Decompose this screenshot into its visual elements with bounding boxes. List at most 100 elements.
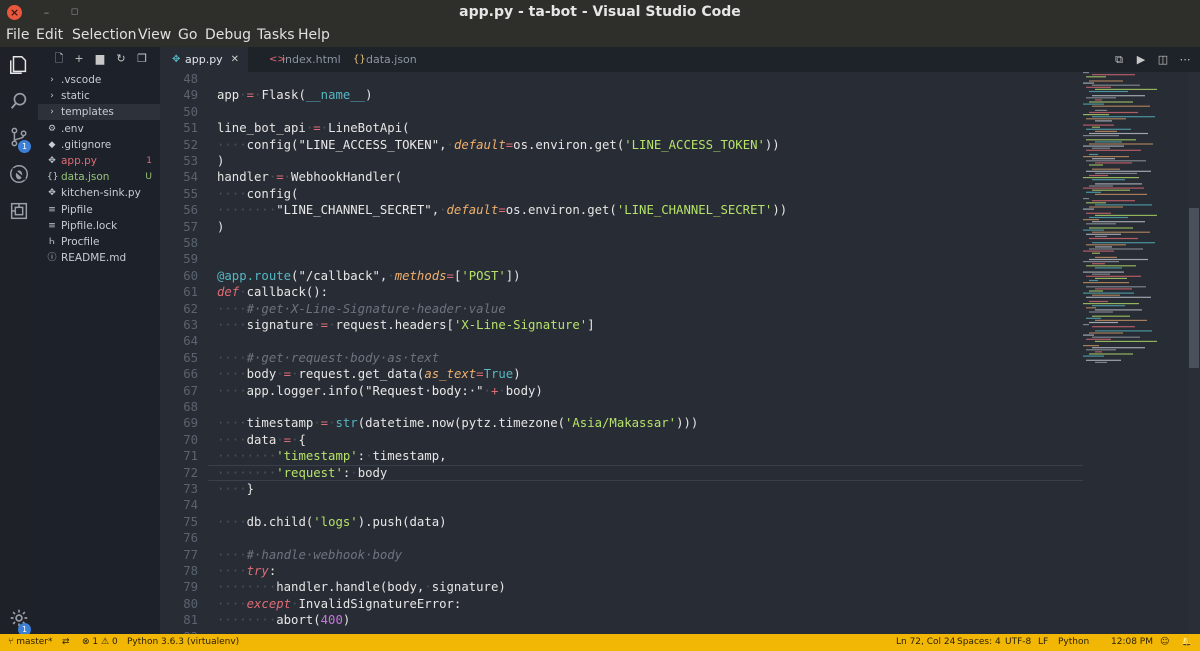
split-editor-icon[interactable]: ◫ (1156, 53, 1170, 67)
close-tab-icon[interactable]: ✕ (231, 47, 239, 72)
code-line[interactable]: 60 @app.route("/callback",·methods=['POST… (160, 268, 1200, 284)
source-control-activity-button[interactable]: 1 (0, 120, 38, 154)
menu-selection[interactable]: Selection (72, 27, 137, 43)
code-line[interactable]: 55 ····config( (160, 186, 1200, 202)
code-line[interactable]: 51 line_bot_api·=·LineBotApi( (160, 120, 1200, 136)
code-line[interactable]: 52 ····config("LINE_ACCESS_TOKEN",·defaul… (160, 137, 1200, 153)
code-line[interactable]: 70 ····data·=·{ (160, 432, 1200, 448)
end-of-line[interactable]: LF (1038, 634, 1048, 651)
notifications-bell-icon[interactable]: 🔔 (1181, 634, 1192, 651)
menu-help[interactable]: Help (298, 27, 330, 43)
cursor-position[interactable]: Ln 72, Col 24 (896, 634, 955, 651)
code-line[interactable]: 64 (160, 333, 1200, 349)
line-code: ) (217, 219, 225, 234)
file-tree-item[interactable]: ≡ Pipfile (38, 202, 160, 218)
new-file-icon[interactable]: 🗋 (52, 52, 66, 66)
git-file-icon: ◆ (48, 139, 56, 150)
code-line[interactable]: 66 ····body·=·request.get_data(as_text=Tr… (160, 366, 1200, 382)
menu-debug[interactable]: Debug (205, 27, 251, 43)
file-tree-item[interactable]: › .vscode (38, 72, 160, 88)
problems-indicator[interactable]: ⊗ 1 ⚠ 0 (82, 634, 118, 651)
file-tree-item-label: data.json (61, 171, 110, 184)
code-line[interactable]: 56 ········"LINE_CHANNEL_SECRET",·default… (160, 202, 1200, 218)
file-tree-item[interactable]: Ꮒ Procfile (38, 234, 160, 250)
file-tree-item[interactable]: {} data.json U (38, 169, 160, 185)
code-line[interactable]: 58 (160, 235, 1200, 251)
sync-icon[interactable]: ⇄ (62, 634, 70, 651)
code-line[interactable]: 49 app·=·Flask(__name__) (160, 87, 1200, 103)
feedback-smiley-icon[interactable]: ☺ (1160, 634, 1169, 651)
code-line[interactable]: 65 ····#·get·request·body·as·text (160, 350, 1200, 366)
code-line[interactable]: 68 (160, 399, 1200, 415)
search-activity-button[interactable] (0, 84, 38, 118)
code-line[interactable]: 63 ····signature·=·request.headers['X-Lin… (160, 317, 1200, 333)
scm-badge: 1 (18, 140, 31, 153)
code-line[interactable]: 71 ········'timestamp':·timestamp, (160, 448, 1200, 464)
tab-app-py[interactable]: ✥ app.py ✕ (160, 47, 248, 72)
git-branch[interactable]: ⑂ master* (8, 634, 53, 651)
file-tree-item[interactable]: › static (38, 88, 160, 104)
menu-file[interactable]: File (6, 27, 29, 43)
file-status-badge: U (145, 172, 152, 183)
line-number: 69 (183, 416, 198, 431)
code-line[interactable]: 48 (160, 72, 1200, 87)
file-tree-item[interactable]: ⓘ README.md (38, 250, 160, 266)
code-line[interactable]: 75 ····db.child('logs').push(data) (160, 514, 1200, 530)
open-changes-icon[interactable]: ⧉ (1112, 53, 1126, 67)
code-line[interactable]: 67 ····app.logger.info("Request·body:·"·+… (160, 383, 1200, 399)
file-tree-item[interactable]: ✥ app.py 1 (38, 153, 160, 169)
code-line[interactable]: 50 (160, 104, 1200, 120)
manage-activity-button[interactable]: 1 (0, 601, 38, 636)
code-line[interactable]: 53) (160, 153, 1200, 169)
line-code: ····} (217, 482, 255, 496)
minimap[interactable] (1083, 72, 1163, 634)
explorer-activity-button[interactable] (0, 48, 38, 82)
menu-go[interactable]: Go (178, 27, 197, 43)
file-tree-item[interactable]: ◆ .gitignore (38, 137, 160, 153)
new-file-plus-icon[interactable]: + (72, 52, 86, 66)
menu-tasks[interactable]: Tasks (257, 27, 295, 43)
json-file-icon: {} (47, 172, 59, 183)
code-editor[interactable]: 48 49 app·=·Flask(__name__) 50 51 line_bot_ap… (160, 72, 1200, 634)
code-line[interactable]: 73 ····} (160, 481, 1200, 497)
language-mode[interactable]: Python (1058, 634, 1089, 651)
encoding[interactable]: UTF-8 (1005, 634, 1031, 651)
file-tree-item-label: .env (61, 122, 84, 135)
code-line[interactable]: 80 ····except·InvalidSignatureError: (160, 596, 1200, 612)
tab-index-html[interactable]: <> index.html (257, 47, 341, 72)
file-tree-item[interactable]: › templates (38, 104, 160, 121)
more-actions-icon[interactable]: ⋯ (1178, 53, 1192, 67)
debug-activity-button[interactable] (0, 157, 38, 191)
clock: 12:08 PM (1111, 637, 1153, 647)
code-line[interactable]: 57) (160, 219, 1200, 235)
code-line[interactable]: 79 ········handler.handle(body,·signature… (160, 579, 1200, 595)
file-tree-item-label: Pipfile.lock (61, 219, 118, 232)
file-tree-item[interactable]: ≡ Pipfile.lock (38, 218, 160, 234)
code-line[interactable]: 74 (160, 497, 1200, 513)
extensions-activity-button[interactable] (0, 194, 38, 228)
refresh-icon[interactable]: ↻ (114, 52, 128, 66)
python-interpreter[interactable]: Python 3.6.3 (virtualenv) (127, 634, 239, 651)
run-icon[interactable]: ▶ (1134, 53, 1148, 67)
indentation[interactable]: Spaces: 4 (957, 634, 1001, 651)
code-line[interactable]: 78 ····try: (160, 563, 1200, 579)
tab-data-json[interactable]: {} data.json (341, 47, 421, 72)
editor-scrollbar[interactable] (1188, 72, 1200, 634)
scrollbar-thumb[interactable] (1189, 208, 1199, 368)
new-folder-icon[interactable]: ▆ (93, 52, 107, 66)
code-line[interactable]: 59 (160, 251, 1200, 267)
file-tree-item[interactable]: ✥ kitchen-sink.py (38, 185, 160, 201)
code-line[interactable]: 62 ····#·get·X-Line-Signature·header·valu… (160, 301, 1200, 317)
line-code: ········'request':·body (217, 465, 388, 480)
file-tree-item[interactable]: ⚙ .env (38, 121, 160, 137)
code-line[interactable]: 61 def·callback(): (160, 284, 1200, 300)
code-line[interactable]: 69 ····timestamp·=·str(datetime.now(pytz.… (160, 415, 1200, 431)
code-line[interactable]: 72 ········'request':·body (160, 464, 1200, 481)
menu-edit[interactable]: Edit (36, 27, 63, 43)
menu-view[interactable]: View (138, 27, 171, 43)
code-line[interactable]: 76 (160, 530, 1200, 546)
code-line[interactable]: 77 ····#·handle·webhook·body (160, 547, 1200, 563)
code-line[interactable]: 81 ········abort(400) (160, 612, 1200, 628)
code-line[interactable]: 54 handler·=·WebhookHandler( (160, 169, 1200, 185)
collapse-all-icon[interactable]: ❐ (135, 52, 149, 66)
